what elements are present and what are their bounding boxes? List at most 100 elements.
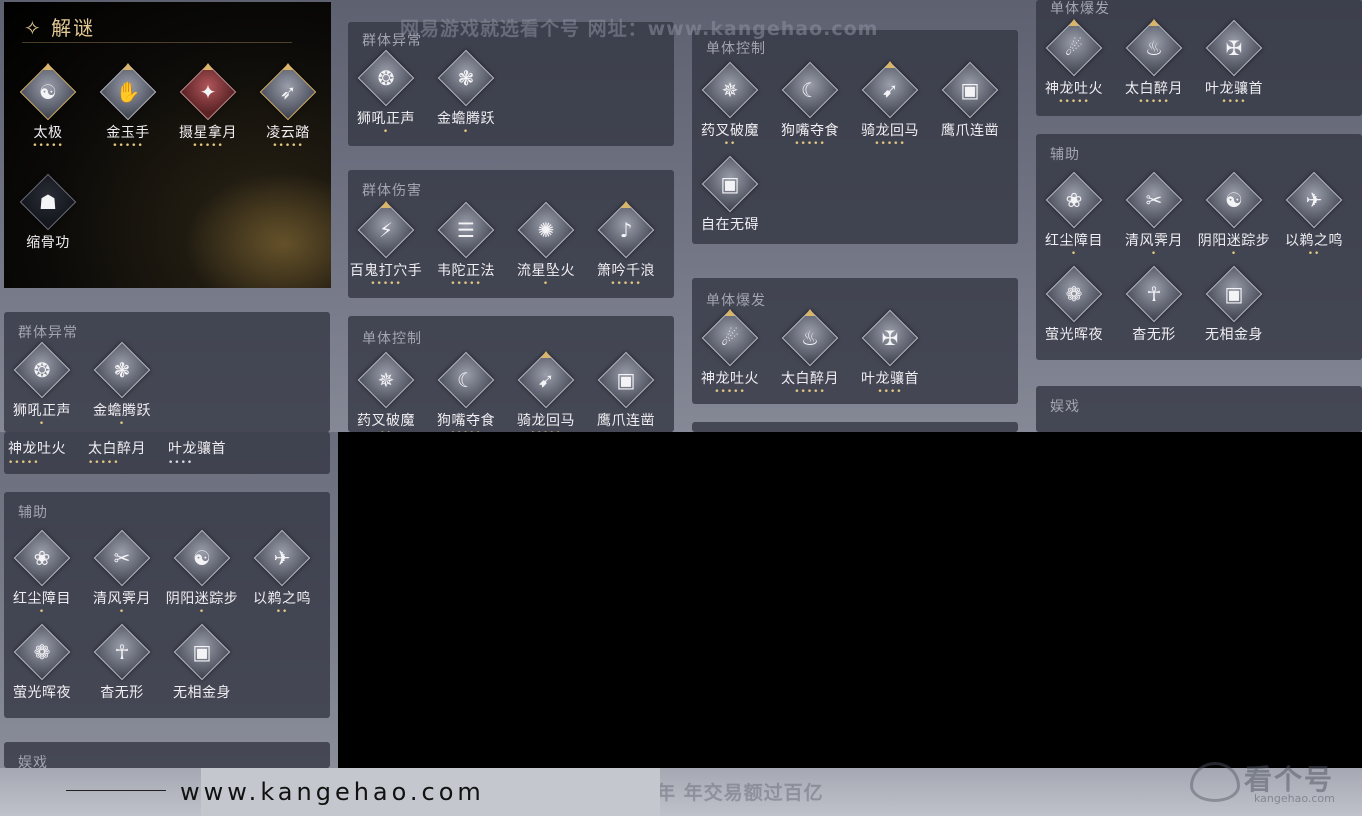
skill-name: 鹰爪连凿	[941, 123, 999, 139]
skill-icon: ▣	[720, 172, 740, 196]
skill-dots: •••••	[1138, 97, 1170, 107]
skill-tile[interactable]: ▣ 自在无碍	[690, 155, 770, 246]
skill-dots: ••	[723, 139, 737, 149]
skill-tile[interactable]: ✂ 清风霁月 •	[82, 529, 162, 620]
skill-icon-frame: ✵	[357, 351, 415, 409]
jiemi-panel: ✧ 解谜 ☯ 太极 ••••• ✋ 金玉手 ••••• ✦ 摄星拿月 ••••• ➶ 凌云踏 ••••…	[4, 2, 331, 288]
skill-icon: ▣	[960, 78, 980, 102]
skill-icon: ✈	[273, 546, 291, 570]
skill-dots: •••••	[450, 279, 482, 289]
skill-name: 叶龙骧首	[1205, 81, 1263, 97]
skill-tile[interactable]: ☄ 神龙吐火 •••••	[1034, 19, 1114, 110]
skill-tile[interactable]: ▣ 鹰爪连凿	[586, 351, 666, 432]
skill-icon-frame: ✈	[253, 529, 311, 587]
card-danti-kongzhi-partial: 单体控制 ✵药叉破魔••☾狗嘴夺食•••••➹骑龙回马••••• ▣ 鹰爪连凿	[348, 316, 674, 432]
skill-tile[interactable]: ❁ 萤光晖夜	[2, 623, 82, 714]
skill-tile[interactable]: ▣ 无相金身	[162, 623, 242, 714]
skill-icon: ✂	[113, 546, 131, 570]
skill-icon: ➶	[279, 80, 297, 104]
skill-dots: •	[382, 127, 390, 137]
skill-icon: ✠	[881, 326, 899, 350]
skill-tile[interactable]: ♪ 箫吟千浪 •••••	[586, 201, 666, 292]
skill-tile[interactable]: ☥ 杳无形	[82, 623, 162, 714]
skill-tile[interactable]: ❀ 红尘障目 •	[2, 529, 82, 620]
skill-icon: ☥	[1146, 282, 1162, 306]
skill-name: 叶龙骧首	[861, 371, 919, 387]
skill-tile[interactable]: ❂ 狮吼正声 •	[4, 341, 82, 432]
skill-icon-frame: ▣	[1205, 265, 1263, 323]
skill-tile[interactable]: ✈ 以鹈之鸣 ••	[1274, 171, 1354, 262]
skill-tile[interactable]: ✺ 流星坠火 •	[506, 201, 586, 292]
skill-tile[interactable]: ✠ 叶龙骧首 ••••	[850, 309, 930, 400]
skill-icon: ❀	[1065, 188, 1083, 212]
skill-icon-frame: ❁	[13, 623, 71, 681]
skill-tile[interactable]: ☥ 杳无形	[1114, 265, 1194, 356]
skill-tile[interactable]: ➶ 凌云踏 •••••	[248, 63, 328, 154]
skill-tile[interactable]: ❀ 红尘障目 •	[1034, 171, 1114, 262]
skill-name: 自在无碍	[701, 217, 759, 233]
skill-tile[interactable]: ☗ 缩骨功	[8, 173, 88, 264]
card-danti-baofa: 单体爆发 ☄ 神龙吐火 ••••• ♨ 太白醉月 ••••• ✠ 叶龙骧首 ••••	[692, 278, 1018, 404]
sparkle-icon: ✧	[24, 16, 43, 40]
skill-tile[interactable]: ✦ 摄星拿月 •••••	[168, 63, 248, 154]
skill-dots: •••••	[874, 139, 906, 149]
skill-tile[interactable]: ☯ 太极 •••••	[8, 63, 88, 154]
skill-tile[interactable]: ♨ 太白醉月 •••••	[770, 309, 850, 400]
skill-tile[interactable]: ✵药叉破魔••	[348, 351, 426, 432]
skill-tile[interactable]: ✈ 以鹈之鸣 ••	[242, 529, 322, 620]
skill-tile[interactable]: ➹骑龙回马•••••	[506, 351, 586, 432]
card-baofa-tail: 神龙吐火 ••••• 太白醉月 ••••• 叶龙骧首 ••••	[4, 432, 330, 474]
skill-tile[interactable]: ➹骑龙回马•••••	[850, 61, 930, 152]
skill-icon: ♨	[801, 326, 819, 350]
skill-icon: ☰	[457, 218, 475, 242]
title-divider	[22, 42, 292, 43]
skill-icon: ❃	[457, 66, 475, 90]
skill-icon: ✠	[1225, 36, 1243, 60]
skill-tile[interactable]: ▣ 鹰爪连凿	[930, 61, 1010, 152]
card-danti-kongzhi: 单体控制 ✵ 药叉破魔 •• ☾ 狗嘴夺食 ••••• ➹ 骑龙回马 ••••• ▣ 鹰爪连凿 ▣ 自在…	[692, 30, 1018, 244]
skill-icon: ☯	[39, 80, 57, 104]
rank-pip-icon	[541, 351, 551, 358]
skill-tile[interactable]: ⚡ 百鬼打穴手 •••••	[346, 201, 426, 292]
skill-tile[interactable]: ▣ 无相金身	[1194, 265, 1274, 356]
skill-tile[interactable]: ☄ 神龙吐火 •••••	[690, 309, 770, 400]
skill-tile[interactable]: ❁ 萤光晖夜	[1034, 265, 1114, 356]
skill-icon-frame: ☥	[93, 623, 151, 681]
skill-icon-frame: ❂	[357, 49, 415, 107]
skill-dots: •••••	[88, 458, 120, 468]
top-watermark: 网易游戏就选看个号 网址：www.kangehao.com	[400, 18, 879, 40]
skill-tile[interactable]: ❂ 狮吼正声 •	[346, 49, 426, 140]
skill-tile[interactable]: ☾狗嘴夺食•••••	[770, 61, 850, 152]
skill-tile[interactable]: ☾狗嘴夺食•••••	[426, 351, 506, 432]
skill-dots: ••	[348, 429, 426, 432]
skill-tile[interactable]: ✋ 金玉手 •••••	[88, 63, 168, 154]
skill-icon-frame: ✈	[1285, 171, 1343, 229]
skill-icon: ❃	[113, 358, 131, 382]
skill-tile[interactable]: ☯ 阴阳迷踪步 •	[162, 529, 242, 620]
skill-name: 无相金身	[173, 685, 231, 701]
skill-dots: •••••	[506, 429, 586, 432]
skill-tile[interactable]: ❃ 金蟾腾跃 •	[426, 49, 506, 140]
skill-icon-frame: ✺	[517, 201, 575, 259]
skill-icon: ☯	[1225, 188, 1243, 212]
skill-icon-frame: ➶	[259, 63, 317, 121]
skill-tile[interactable]: ♨ 太白醉月 •••••	[1114, 19, 1194, 110]
skill-icon: ▣	[616, 368, 636, 392]
skill-tile[interactable]: ✠ 叶龙骧首 ••••	[1194, 19, 1274, 110]
skill-tile[interactable]: ❃ 金蟾腾跃 •	[82, 341, 162, 432]
skill-dots: •	[462, 127, 470, 137]
skill-tile[interactable]: ☰ 韦陀正法 •••••	[426, 201, 506, 292]
skill-name: 箫吟千浪	[597, 263, 655, 279]
card-title: 娱戏	[1050, 399, 1080, 415]
skill-tile[interactable]: ✂ 清风霁月 •	[1114, 171, 1194, 262]
skill-name: 缩骨功	[26, 235, 70, 251]
jiemi-title: ✧ 解谜	[24, 12, 95, 41]
skill-icon-frame: ➹	[517, 351, 575, 409]
skill-icon: ❂	[33, 358, 51, 382]
skill-tile[interactable]: ✵药叉破魔••	[690, 61, 770, 152]
skill-dots: •••••	[32, 141, 64, 151]
kangehao-logo: 看个号 kangehao.com	[1186, 756, 1356, 812]
skill-icon-frame: ♨	[781, 309, 839, 367]
skill-icon-frame: ❁	[1045, 265, 1103, 323]
skill-tile[interactable]: ☯ 阴阳迷踪步 •	[1194, 171, 1274, 262]
